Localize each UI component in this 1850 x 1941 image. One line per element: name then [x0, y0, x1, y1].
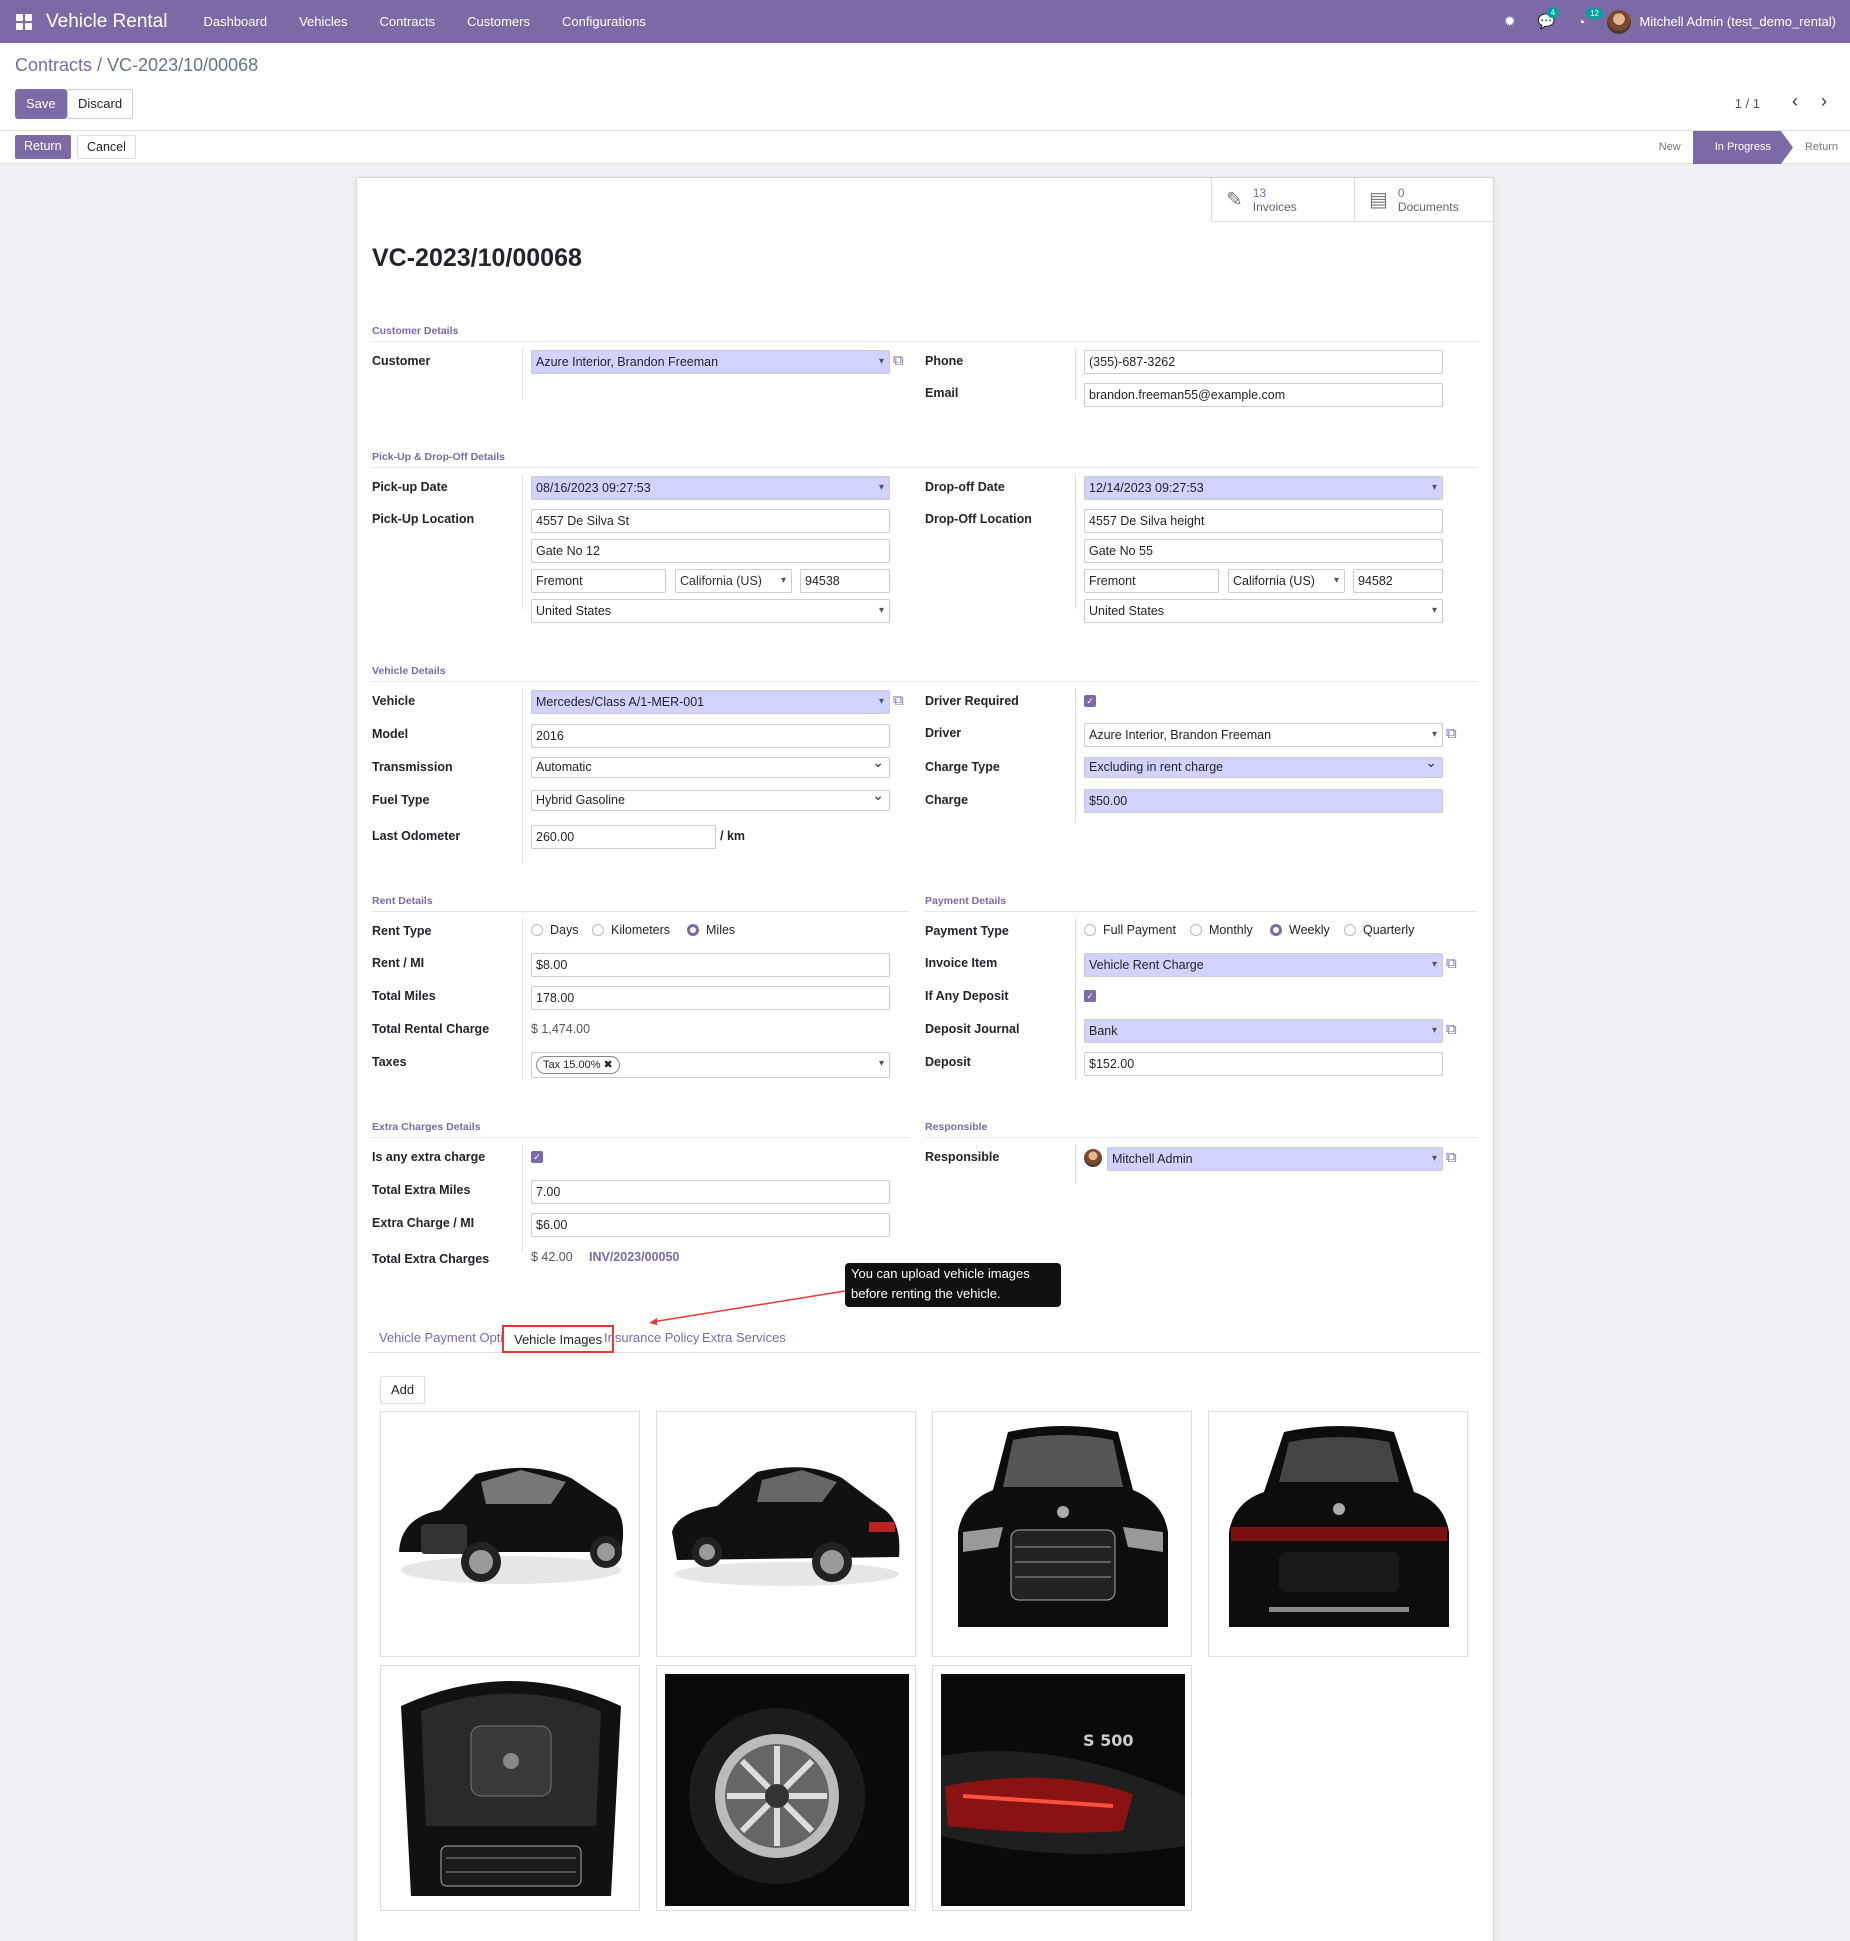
tab-extra-services[interactable]: Extra Services [692, 1325, 796, 1353]
vehicle-image-rear-angle[interactable] [656, 1411, 916, 1657]
breadcrumb: Contracts / VC-2023/10/00068 [15, 55, 259, 75]
pager-value[interactable]: 1 / 1 [1735, 96, 1760, 111]
svg-text:S 500: S 500 [1083, 1731, 1134, 1750]
top-navbar: Vehicle Rental Dashboard Vehicles Contra… [0, 0, 1850, 43]
menu-configurations[interactable]: Configurations [562, 14, 646, 29]
pager-next-icon[interactable]: › [1821, 91, 1827, 112]
cancel-button[interactable]: Cancel [77, 135, 136, 159]
activity-badge: 12 [1586, 7, 1603, 19]
pager-previous-icon[interactable]: ‹ [1792, 91, 1798, 112]
vehicle-image-front[interactable] [932, 1411, 1192, 1657]
vehicle-image-engine[interactable] [380, 1665, 640, 1911]
activity-clock-icon[interactable]: ◔ 12 [1577, 7, 1603, 30]
apps-menu-icon[interactable] [16, 13, 32, 30]
vehicle-image-wheel[interactable] [656, 1665, 916, 1911]
user-avatar [1607, 9, 1632, 34]
stage-in-progress[interactable]: In Progress [1693, 131, 1793, 164]
breadcrumb-current: VC-2023/10/00068 [107, 55, 259, 75]
menu-contracts[interactable]: Contracts [380, 14, 436, 29]
discard-button[interactable]: Discard [67, 89, 134, 119]
app-title[interactable]: Vehicle Rental [46, 11, 167, 33]
return-button[interactable]: Return [15, 135, 71, 159]
breadcrumb-contracts[interactable]: Contracts [15, 55, 92, 75]
form-sheet: ✎ 13 Invoices ▤ 0 Documents VC-2023/10/000… [356, 177, 1495, 1941]
save-button[interactable]: Save [15, 89, 67, 119]
add-image-button[interactable]: Add [380, 1376, 426, 1404]
menu-dashboard[interactable]: Dashboard [203, 14, 267, 29]
status-bar: Return Cancel New In Progress Return [0, 130, 1850, 164]
annotation-arrow-icon [649, 1290, 846, 1325]
chat-badge: 4 [1546, 7, 1560, 18]
menu-customers[interactable]: Customers [467, 14, 530, 29]
chat-icon[interactable]: 💬 4 [1538, 7, 1560, 30]
vehicle-image-front-angle[interactable] [380, 1411, 640, 1657]
vehicle-image-rear[interactable] [1208, 1411, 1468, 1657]
stage-bar: New In Progress Return [1647, 131, 1850, 164]
stage-new[interactable]: New [1647, 131, 1693, 164]
notebook-tabs: Vehicle Payment Option Vehicle Images In… [369, 1325, 1481, 1353]
control-panel: Contracts / VC-2023/10/00068 Save Discar… [0, 43, 1850, 164]
debug-bug-icon[interactable]: ✹ [1504, 13, 1516, 30]
vehicle-image-taillight[interactable]: S 500 [932, 1665, 1192, 1911]
user-menu[interactable]: Mitchell Admin (test_demo_rental) [1607, 9, 1836, 34]
user-name: Mitchell Admin (test_demo_rental) [1639, 14, 1836, 29]
stage-return[interactable]: Return [1793, 131, 1850, 164]
menu-vehicles[interactable]: Vehicles [299, 14, 347, 29]
